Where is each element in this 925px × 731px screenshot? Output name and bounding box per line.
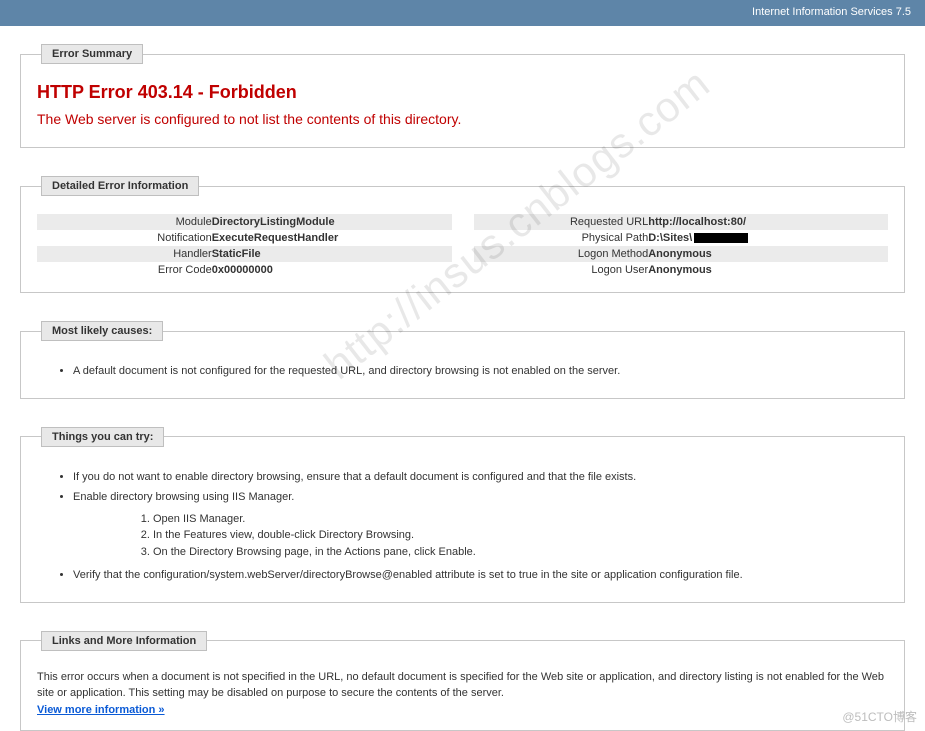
things-list: If you do not want to enable directory b… (73, 469, 888, 584)
detail-label: Notification (41, 232, 212, 244)
detail-value: Anonymous (648, 248, 884, 260)
detail-label: Logon Method (478, 248, 649, 260)
list-item-text: Enable directory browsing using IIS Mana… (73, 491, 294, 503)
causes-list: A default document is not configured for… (73, 363, 888, 380)
list-item: A default document is not configured for… (73, 363, 888, 380)
view-more-link[interactable]: View more information » (37, 704, 165, 716)
list-item: Open IIS Manager. (153, 512, 888, 528)
detail-label: Requested URL (478, 216, 649, 228)
detail-label: Logon User (478, 264, 649, 276)
detail-row: Logon User Anonymous (474, 262, 889, 278)
detail-row: Notification ExecuteRequestHandler (37, 230, 452, 246)
panel-causes: Most likely causes: A default document i… (20, 321, 905, 399)
redacted-block (694, 233, 748, 243)
detail-row: Physical Path D:\Sites\ (474, 230, 889, 246)
detail-row: Logon Method Anonymous (474, 246, 889, 262)
detail-row: Handler StaticFile (37, 246, 452, 262)
legend-links: Links and More Information (41, 631, 207, 651)
detail-value: Anonymous (648, 264, 884, 276)
detail-row: Error Code 0x00000000 (37, 262, 452, 278)
panel-detailed-error: Detailed Error Information Module Direct… (20, 176, 905, 293)
detail-row: Module DirectoryListingModule (37, 214, 452, 230)
legend-causes: Most likely causes: (41, 321, 163, 341)
detail-col-left: Module DirectoryListingModule Notificati… (37, 214, 452, 278)
list-item: On the Directory Browsing page, in the A… (153, 545, 888, 561)
top-banner: Internet Information Services 7.5 (0, 0, 925, 26)
detail-value: http://localhost:80/ (648, 216, 884, 228)
detail-value: ExecuteRequestHandler (212, 232, 448, 244)
list-item: Verify that the configuration/system.web… (73, 567, 888, 584)
top-banner-title: Internet Information Services 7.5 (752, 6, 911, 18)
detail-value: D:\Sites\ (648, 232, 884, 244)
panel-error-summary: Error Summary HTTP Error 403.14 - Forbid… (20, 44, 905, 148)
list-item: If you do not want to enable directory b… (73, 469, 888, 486)
error-subheading: The Web server is configured to not list… (37, 111, 888, 127)
steps-list: Open IIS Manager. In the Features view, … (153, 512, 888, 562)
detail-row: Requested URL http://localhost:80/ (474, 214, 889, 230)
legend-detailed-error: Detailed Error Information (41, 176, 199, 196)
error-heading: HTTP Error 403.14 - Forbidden (37, 82, 888, 103)
detail-col-right: Requested URL http://localhost:80/ Physi… (474, 214, 889, 278)
detail-label: Physical Path (478, 232, 649, 244)
list-item: In the Features view, double-click Direc… (153, 528, 888, 544)
panel-links: Links and More Information This error oc… (20, 631, 905, 731)
detail-value: StaticFile (212, 248, 448, 260)
detail-value: DirectoryListingModule (212, 216, 448, 228)
detail-label: Module (41, 216, 212, 228)
legend-things: Things you can try: (41, 427, 164, 447)
panel-things: Things you can try: If you do not want t… (20, 427, 905, 603)
legend-error-summary: Error Summary (41, 44, 143, 64)
links-text: This error occurs when a document is not… (37, 669, 888, 702)
detail-label: Handler (41, 248, 212, 260)
detail-label: Error Code (41, 264, 212, 276)
detail-value: 0x00000000 (212, 264, 448, 276)
page-body: Error Summary HTTP Error 403.14 - Forbid… (0, 26, 925, 731)
list-item: Enable directory browsing using IIS Mana… (73, 489, 888, 561)
